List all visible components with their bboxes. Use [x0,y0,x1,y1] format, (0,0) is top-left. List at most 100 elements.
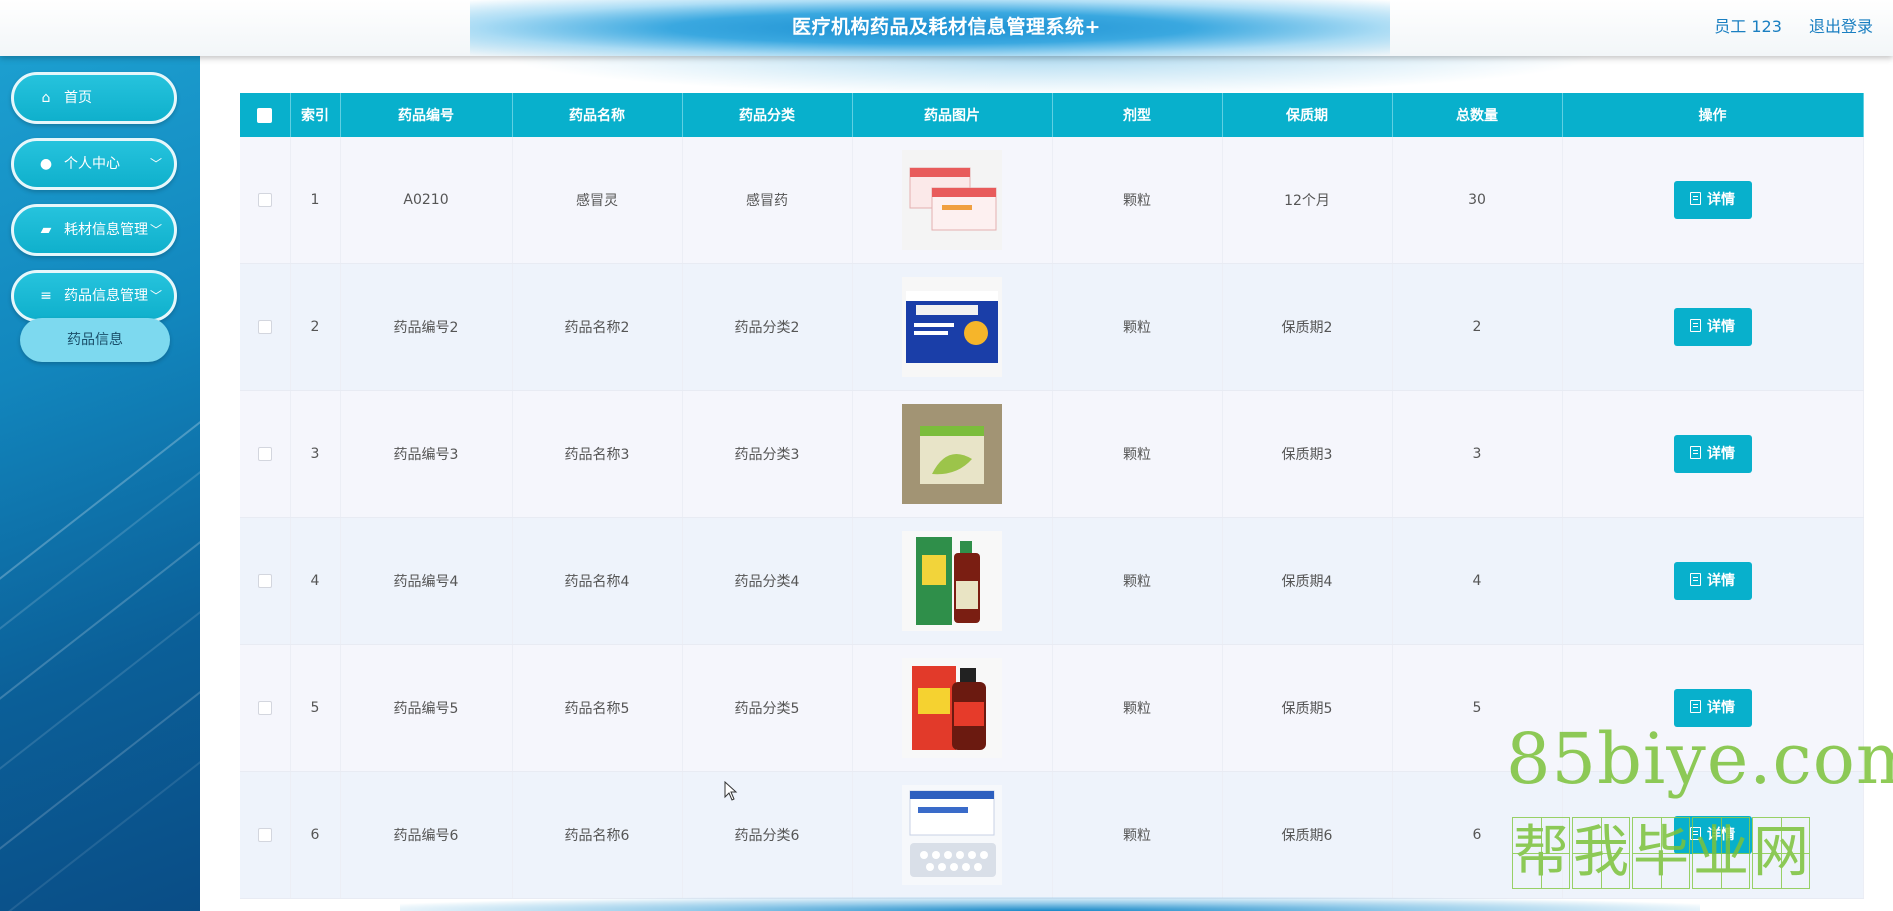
sidebar-decor [0,346,200,608]
detail-button[interactable]: 详情 [1673,562,1752,600]
form-cell: 颗粒 [1052,517,1223,645]
shelf-life-cell: 保质期3 [1222,390,1393,518]
drug-image[interactable] [902,404,1002,504]
watermark-char: 我 [1572,817,1630,889]
sidebar-item-label: 首页 [64,90,92,106]
row-checkbox[interactable] [257,574,272,588]
chevron-down-icon: ﹀ [149,223,162,237]
detail-button-label: 详情 [1707,192,1735,208]
action-cell: 详情 [1562,390,1864,518]
sidebar: ⌂ 首页 ● 个人中心 ﹀ ▰ 耗材信息管理 ﹀ ≡ 药品信息管理 ﹀ 药品信息 [0,56,200,911]
index-cell: 1 [290,137,341,264]
document-icon [1690,446,1701,459]
quantity-cell: 2 [1392,263,1563,391]
detail-button[interactable]: 详情 [1673,181,1752,219]
row-checkbox[interactable] [257,447,272,461]
code-cell: 药品编号6 [340,771,513,899]
select-all-checkbox[interactable] [257,107,273,123]
name-cell: 药品名称5 [512,644,683,772]
code-cell: 药品编号2 [340,263,513,391]
shelf-life-cell: 保质期5 [1222,644,1393,772]
watermark-char: 毕 [1632,817,1690,889]
category-cell: 药品分类3 [682,390,853,518]
image-cell [852,137,1053,264]
image-cell [852,517,1053,645]
drug-image[interactable] [902,277,1002,377]
sidebar-item-label: 个人中心 [64,156,120,172]
category-cell: 药品分类4 [682,517,853,645]
sidebar-item-label: 耗材信息管理 [64,222,148,238]
watermark-characters: 帮 我 毕 业 网 [1512,817,1812,889]
select-all-header[interactable] [240,93,291,137]
row-checkbox[interactable] [257,193,272,207]
drug-image[interactable] [902,658,1002,758]
category-cell: 感冒药 [682,137,853,264]
form-cell: 颗粒 [1052,263,1223,391]
code-cell: 药品编号3 [340,390,513,518]
column-header: 总数量 [1392,93,1563,137]
column-header: 药品名称 [512,93,683,137]
shelf-life-cell: 保质期4 [1222,517,1393,645]
table-header-row: 索引 药品编号 药品名称 药品分类 药品图片 剂型 保质期 总数量 操作 [240,93,1864,137]
shelf-life-cell: 保质期2 [1222,263,1393,391]
list-icon: ≡ [40,288,52,304]
code-cell: 药品编号4 [340,517,513,645]
drug-image[interactable] [902,150,1002,250]
action-cell: 详情 [1562,517,1864,645]
watermark-char: 帮 [1512,817,1570,889]
sidebar-item-drugs[interactable]: ≡ 药品信息管理 ﹀ [11,270,177,322]
watermark-char: 网 [1752,817,1810,889]
sidebar-decor [0,536,200,798]
logout-link[interactable]: 退出登录 [1809,17,1873,36]
row-select-cell [240,644,291,772]
column-header: 药品分类 [682,93,853,137]
row-checkbox[interactable] [257,828,272,842]
current-user-label: 员工 123 [1714,17,1782,36]
watermark-domain: 85biye.com [1506,718,1893,800]
code-cell: A0210 [340,137,513,264]
image-cell [852,771,1053,899]
sidebar-subitem-drug-info[interactable]: 药品信息 [20,318,170,362]
action-cell: 详情 [1562,263,1864,391]
thumbs-up-icon: ▰ [40,222,52,238]
image-cell [852,263,1053,391]
form-cell: 颗粒 [1052,771,1223,899]
document-icon [1690,573,1701,586]
name-cell: 感冒灵 [512,137,683,264]
index-cell: 3 [290,390,341,518]
sidebar-item-home[interactable]: ⌂ 首页 [11,72,177,124]
category-cell: 药品分类6 [682,771,853,899]
quantity-cell: 4 [1392,517,1563,645]
row-checkbox[interactable] [257,320,272,334]
sidebar-decor [0,686,200,911]
index-cell: 5 [290,644,341,772]
sidebar-item-personal-center[interactable]: ● 个人中心 ﹀ [11,138,177,190]
image-cell [852,390,1053,518]
name-cell: 药品名称6 [512,771,683,899]
row-select-cell [240,137,291,264]
column-header: 索引 [290,93,341,137]
drug-image[interactable] [902,785,1002,885]
table-row: 1 A0210 感冒灵 感冒药 颗粒 12个月 30 详情 [240,137,1864,264]
drug-image[interactable] [902,531,1002,631]
shelf-life-cell: 保质期6 [1222,771,1393,899]
header-user-area: 员工 123 退出登录 [1692,0,1873,56]
quantity-cell: 3 [1392,390,1563,518]
detail-button-label: 详情 [1707,319,1735,335]
row-checkbox[interactable] [257,701,272,715]
document-icon [1690,192,1701,205]
form-cell: 颗粒 [1052,137,1223,264]
form-cell: 颗粒 [1052,644,1223,772]
index-cell: 2 [290,263,341,391]
chevron-down-icon: ﹀ [149,289,162,303]
image-cell [852,644,1053,772]
column-header: 操作 [1562,93,1864,137]
page-title: 医疗机构药品及耗材信息管理系统+ [792,16,1101,38]
detail-button[interactable]: 详情 [1673,308,1752,346]
category-cell: 药品分类2 [682,263,853,391]
document-icon [1690,700,1701,713]
sidebar-item-consumables[interactable]: ▰ 耗材信息管理 ﹀ [11,204,177,256]
user-icon: ● [39,156,53,172]
detail-button[interactable]: 详情 [1673,435,1752,473]
top-header: 医疗机构药品及耗材信息管理系统+ 员工 123 退出登录 [0,0,1893,56]
